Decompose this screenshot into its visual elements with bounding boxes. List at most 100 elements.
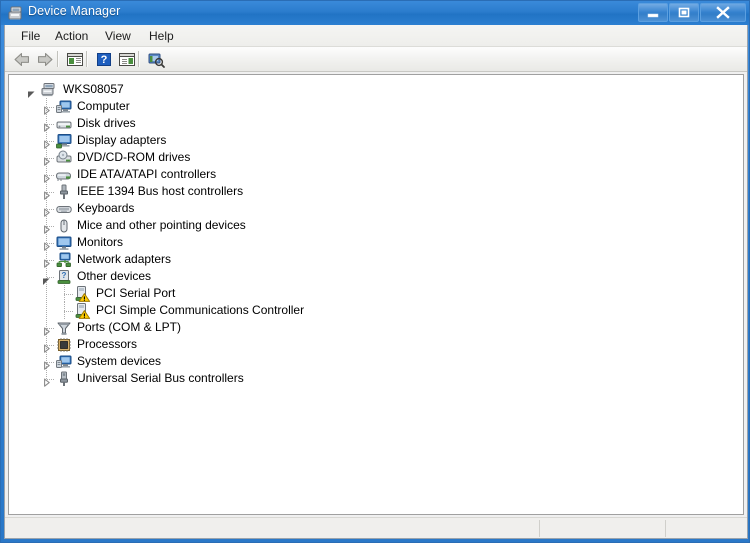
computer-category-icon [56,99,72,115]
tree-root-node[interactable]: WKS08057 [9,81,743,98]
other-devices-icon: ? [56,269,72,285]
status-separator [665,520,666,537]
tree-item-label: PCI Serial Port [96,286,176,300]
back-button[interactable] [12,50,32,69]
processor-icon [56,337,72,353]
expander-collapsed-icon[interactable] [42,238,51,251]
tree-item[interactable]: Universal Serial Bus controllers [9,370,743,387]
device-manager-window: Device Manager File Action View Help ? W… [0,0,750,543]
tree-item-label: Universal Serial Bus controllers [77,371,244,385]
window-title: Device Manager [28,4,121,18]
tree-item-label: Display adapters [77,133,167,147]
tree-item[interactable]: Disk drives [9,115,743,132]
tree-item-label: System devices [77,354,162,368]
tree-item-label: DVD/CD-ROM drives [77,150,191,164]
device-tree[interactable]: WKS08057 Computer Disk drives Display adap… [8,74,744,515]
tree-item-label: Computer [77,99,130,113]
expander-collapsed-icon[interactable] [42,187,51,200]
tree-item[interactable]: ? Other devices [9,268,743,285]
maximize-button[interactable] [669,3,699,22]
expander-collapsed-icon[interactable] [42,204,51,217]
forward-button[interactable] [35,50,55,69]
expander-collapsed-icon[interactable] [42,153,51,166]
usb-controller-icon [56,371,72,387]
keyboard-icon [56,201,72,217]
tree-item[interactable]: PCI Simple Communications Controller [9,302,743,319]
unknown-device-icon [75,303,91,319]
tree-connector [64,285,65,302]
menu-help[interactable]: Help [143,28,180,44]
expander-collapsed-icon[interactable] [42,374,51,387]
mouse-icon [56,218,72,234]
tree-root-label: WKS08057 [63,82,124,96]
ieee1394-icon [56,184,72,200]
monitor-icon [56,235,72,251]
expander-collapsed-icon[interactable] [42,102,51,115]
tree-item[interactable]: IDE ATA/ATAPI controllers [9,166,743,183]
ide-controller-icon [56,167,72,183]
menu-view[interactable]: View [99,28,137,44]
tree-item[interactable]: Network adapters [9,251,743,268]
menu-action[interactable]: Action [49,28,94,44]
show-hide-console-tree-button[interactable] [65,50,85,69]
title-bar[interactable]: Device Manager [1,1,749,25]
tree-item[interactable]: Monitors [9,234,743,251]
scan-for-hardware-changes-button[interactable] [146,50,166,69]
svg-text:?: ? [62,271,67,280]
toolbar-separator [57,51,59,67]
computer-node-icon [41,82,57,98]
expander-collapsed-icon[interactable] [42,170,51,183]
tree-item-label: Monitors [77,235,124,249]
close-button[interactable] [700,3,746,22]
expander-expanded-icon[interactable] [42,272,51,285]
status-bar [5,517,747,538]
network-adapter-icon [56,252,72,268]
display-adapter-icon [56,133,72,149]
expander-collapsed-icon[interactable] [42,119,51,132]
unknown-device-icon [75,286,91,302]
tree-item[interactable]: PCI Serial Port [9,285,743,302]
expander-collapsed-icon[interactable] [42,221,51,234]
expander-collapsed-icon[interactable] [42,340,51,353]
tree-item[interactable]: Mice and other pointing devices [9,217,743,234]
dvd-drive-icon [56,150,72,166]
menu-file[interactable]: File [15,28,46,44]
tree-item-label: Network adapters [77,252,172,266]
tree-item-label: IDE ATA/ATAPI controllers [77,167,217,181]
tree-item-label: Mice and other pointing devices [77,218,246,232]
disk-drive-icon [56,116,72,132]
toolbar-separator [86,51,88,67]
tree-item[interactable]: DVD/CD-ROM drives [9,149,743,166]
client-area: File Action View Help ? WKS08057 Compute… [4,25,748,539]
tree-item[interactable]: System devices [9,353,743,370]
tree-item-label: PCI Simple Communications Controller [96,303,305,317]
tree-item[interactable]: IEEE 1394 Bus host controllers [9,183,743,200]
tree-item-label: IEEE 1394 Bus host controllers [77,184,244,198]
svg-text:?: ? [101,54,108,66]
expander-collapsed-icon[interactable] [42,255,51,268]
expander-collapsed-icon[interactable] [42,136,51,149]
tree-item-label: Keyboards [77,201,135,215]
window-controls [637,3,746,23]
tree-item-label: Ports (COM & LPT) [77,320,182,334]
tree-item[interactable]: Keyboards [9,200,743,217]
tree-item[interactable]: Processors [9,336,743,353]
tree-item-label: Other devices [77,269,152,283]
tree-item-label: Processors [77,337,138,351]
tree-item[interactable]: Computer [9,98,743,115]
properties-button[interactable] [117,50,137,69]
help-button[interactable]: ? [94,50,114,69]
expander-expanded-icon[interactable] [27,85,36,98]
tree-item[interactable]: Ports (COM & LPT) [9,319,743,336]
status-separator [539,520,540,537]
menu-bar: File Action View Help [5,25,747,47]
tree-item-label: Disk drives [77,116,136,130]
expander-collapsed-icon[interactable] [42,357,51,370]
expander-collapsed-icon[interactable] [42,323,51,336]
tree-connector [64,311,74,312]
toolbar-separator [138,51,140,67]
tree-item[interactable]: Display adapters [9,132,743,149]
minimize-button[interactable] [638,3,668,22]
tree-connector [64,302,65,319]
device-manager-icon [8,5,24,21]
